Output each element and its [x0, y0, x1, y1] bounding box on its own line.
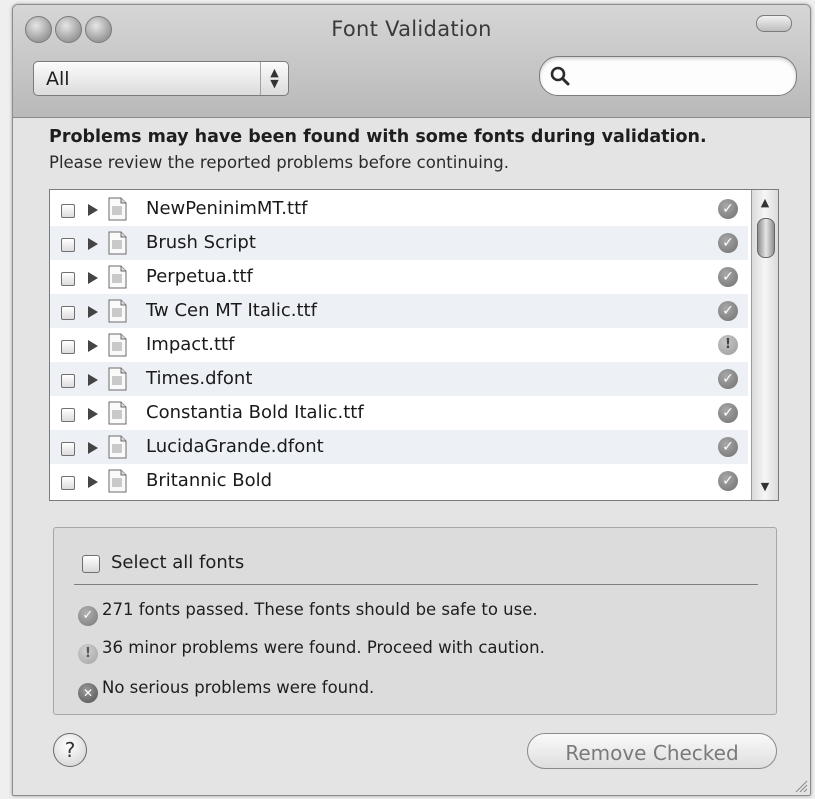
search-icon	[550, 66, 570, 86]
disclosure-triangle-icon[interactable]	[88, 476, 98, 488]
font-checkbox[interactable]	[61, 238, 75, 252]
list-item[interactable]: Perpetua.ttf ✓	[50, 260, 748, 294]
list-item[interactable]: NewPeninimMT.ttf ✓	[50, 192, 748, 226]
disclosure-triangle-icon[interactable]	[88, 340, 98, 352]
font-file-icon	[108, 231, 127, 255]
font-file-icon	[108, 367, 127, 391]
check-circle-icon: ✓	[718, 471, 738, 491]
problems-detail: Please review the reported problems befo…	[49, 153, 510, 172]
font-list[interactable]: NewPeninimMT.ttf ✓ Brush Script ✓ Perpet…	[49, 189, 779, 501]
font-name: Perpetua.ttf	[146, 266, 253, 287]
font-name: Tw Cen MT Italic.ttf	[146, 300, 317, 321]
font-name: NewPeninimMT.ttf	[146, 198, 308, 219]
disclosure-triangle-icon[interactable]	[88, 374, 98, 386]
check-circle-icon: ✓	[718, 199, 738, 219]
x-circle-icon: ✕	[78, 683, 98, 703]
font-checkbox[interactable]	[61, 374, 75, 388]
search-input[interactable]	[576, 63, 780, 89]
exclamation-circle-icon: !	[78, 644, 98, 664]
font-checkbox[interactable]	[61, 204, 75, 218]
font-name: LucidaGrande.dfont	[146, 436, 324, 457]
font-file-icon	[108, 197, 127, 221]
remove-checked-button[interactable]: Remove Checked	[527, 733, 777, 769]
font-validation-window: Font Validation All ▲ ▼ Problems may have…	[12, 4, 811, 796]
font-name: Britannic Bold	[146, 470, 273, 491]
list-item[interactable]: Impact.ttf !	[50, 328, 748, 362]
list-item[interactable]: Times.dfont ✓	[50, 362, 748, 396]
font-file-icon	[108, 401, 127, 425]
font-file-icon	[108, 299, 127, 323]
minor-problems-summary: ! 36 minor problems were found. Proceed w…	[78, 638, 545, 664]
passed-summary-text: 271 fonts passed. These fonts should be …	[102, 600, 538, 619]
passed-summary: ✓ 271 fonts passed. These fonts should be…	[78, 600, 538, 626]
check-circle-icon: ✓	[718, 301, 738, 321]
list-scrollbar[interactable]: ▲ ▼	[751, 190, 778, 500]
font-file-icon	[108, 435, 127, 459]
check-circle-icon: ✓	[78, 606, 98, 626]
check-circle-icon: ✓	[718, 369, 738, 389]
disclosure-triangle-icon[interactable]	[88, 204, 98, 216]
disclosure-triangle-icon[interactable]	[88, 306, 98, 318]
font-name: Times.dfont	[146, 368, 253, 389]
disclosure-triangle-icon[interactable]	[88, 238, 98, 250]
select-all-label[interactable]: Select all fonts	[111, 552, 244, 573]
check-circle-icon: ✓	[718, 267, 738, 287]
list-item[interactable]: Brush Script ✓	[50, 226, 748, 260]
list-item[interactable]: Tw Cen MT Italic.ttf ✓	[50, 294, 748, 328]
resize-grip-icon[interactable]	[792, 777, 808, 793]
font-checkbox[interactable]	[61, 476, 75, 490]
list-item[interactable]: Constantia Bold Italic.ttf ✓	[50, 396, 748, 430]
minor-problems-text: 36 minor problems were found. Proceed wi…	[102, 638, 545, 657]
filter-popup-value: All	[46, 68, 70, 90]
check-circle-icon: ✓	[718, 233, 738, 253]
font-name: Brush Script	[146, 232, 256, 253]
list-item[interactable]: LucidaGrande.dfont ✓	[50, 430, 748, 464]
font-file-icon	[108, 265, 127, 289]
font-checkbox[interactable]	[61, 306, 75, 320]
check-circle-icon: ✓	[718, 437, 738, 457]
font-checkbox[interactable]	[61, 408, 75, 422]
disclosure-triangle-icon[interactable]	[88, 408, 98, 420]
font-checkbox[interactable]	[61, 340, 75, 354]
scroll-down-arrow-icon[interactable]: ▼	[752, 476, 778, 498]
serious-problems-text: No serious problems were found.	[102, 678, 375, 697]
serious-problems-summary: ✕ No serious problems were found.	[78, 678, 374, 703]
summary-divider	[74, 584, 758, 585]
scroll-thumb[interactable]	[757, 218, 775, 258]
search-field[interactable]	[539, 56, 797, 96]
validation-summary-panel: Select all fonts ✓ 271 fonts passed. Thes…	[53, 527, 777, 715]
disclosure-triangle-icon[interactable]	[88, 442, 98, 454]
help-button[interactable]: ?	[53, 733, 87, 767]
font-checkbox[interactable]	[61, 272, 75, 286]
problems-heading: Problems may have been found with some f…	[49, 127, 707, 147]
font-file-icon	[108, 333, 127, 357]
toolbar-toggle-button[interactable]	[756, 15, 792, 32]
titlebar-toolbar: Font Validation All ▲ ▼	[13, 5, 810, 118]
font-name: Impact.ttf	[146, 334, 235, 355]
select-all-checkbox[interactable]	[82, 555, 100, 573]
font-file-icon	[108, 469, 127, 493]
check-circle-icon: ✓	[718, 403, 738, 423]
list-item[interactable]: Britannic Bold ✓	[50, 464, 748, 498]
chevron-updown-icon: ▲ ▼	[260, 62, 288, 95]
disclosure-triangle-icon[interactable]	[88, 272, 98, 284]
filter-popup[interactable]: All ▲ ▼	[33, 61, 289, 96]
font-checkbox[interactable]	[61, 442, 75, 456]
exclamation-circle-icon: !	[718, 335, 738, 355]
scroll-up-arrow-icon[interactable]: ▲	[752, 192, 778, 214]
window-title: Font Validation	[331, 17, 492, 41]
font-name: Constantia Bold Italic.ttf	[146, 402, 364, 423]
